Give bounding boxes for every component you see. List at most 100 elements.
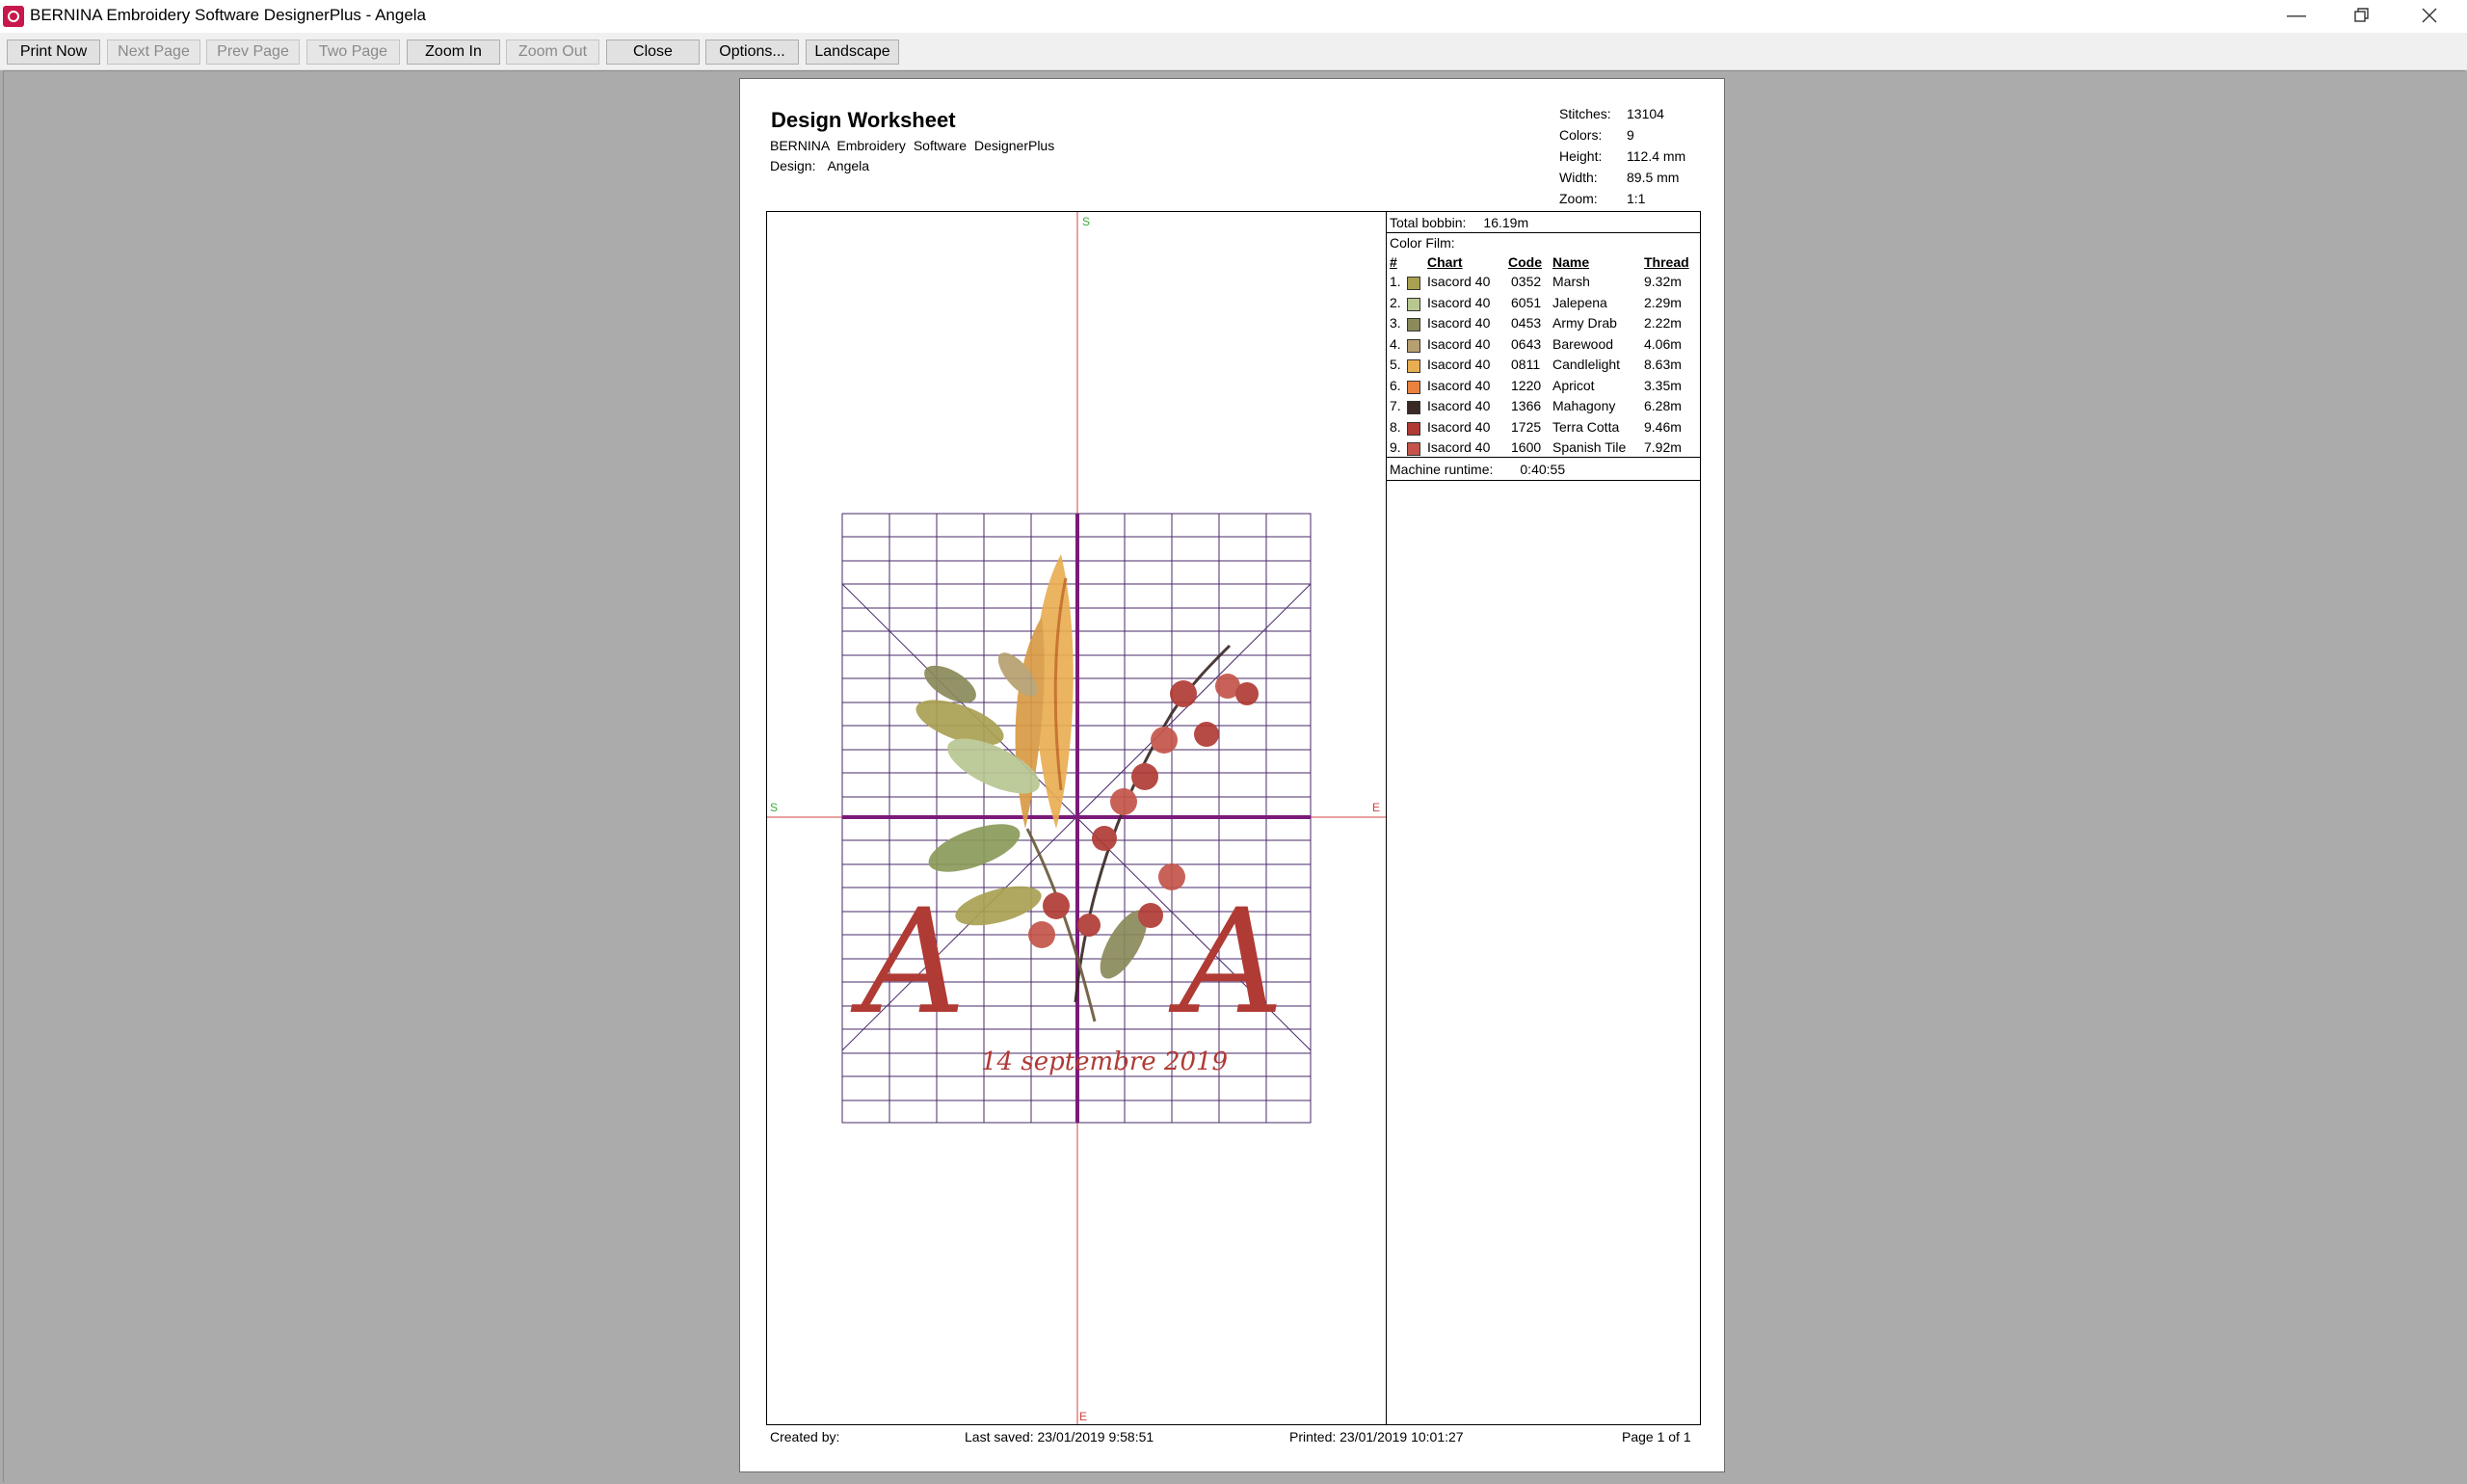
col-header-code: Code [1508, 254, 1542, 270]
thread-code: 0453 [1511, 315, 1542, 331]
col-header-chart: Chart [1427, 254, 1463, 270]
col-header-thread: Thread [1644, 254, 1689, 270]
thread-num: 2. [1390, 294, 1401, 310]
stat-stitches: Stitches: 13104 [1559, 106, 1664, 121]
thread-length: 6.28m [1644, 398, 1682, 413]
thread-length: 9.32m [1644, 274, 1682, 289]
thread-code: 0352 [1511, 274, 1542, 289]
thread-code: 1220 [1511, 377, 1542, 393]
landscape-button[interactable]: Landscape [806, 40, 899, 65]
footer-last-saved: Last saved: 23/01/2019 9:58:51 [965, 1429, 1154, 1444]
close-window-icon[interactable] [2400, 0, 2459, 33]
thread-name: Marsh [1552, 274, 1590, 289]
thread-color-swatch [1407, 442, 1420, 456]
thread-code: 1366 [1511, 398, 1542, 413]
monogram-right: A [1168, 879, 1284, 1047]
stat-colors: Colors: 9 [1559, 127, 1634, 143]
design-preview: S S E E A A 14 septembre 2019 [767, 212, 1386, 1424]
thread-length: 8.63m [1644, 357, 1682, 372]
options-button[interactable]: Options... [705, 40, 799, 65]
thread-num: 4. [1390, 335, 1401, 352]
thread-color-swatch [1407, 338, 1420, 353]
thread-panel: Total bobbin: 16.19m Color Film: # Chart … [1387, 212, 1701, 482]
thread-color-swatch [1407, 401, 1420, 414]
design-date-text: 14 septembre 2019 [981, 1047, 1228, 1076]
design-stats: Stitches: 13104 Colors: 9 Height: 112.4 mm … [1559, 106, 1704, 212]
footer-created-by: Created by: [770, 1429, 840, 1444]
stat-width: Width: 89.5 mm [1559, 170, 1680, 185]
thread-num: 6. [1390, 377, 1401, 393]
thread-chart: Isacord 40 [1427, 439, 1491, 455]
design-label: Design: [770, 158, 816, 173]
title-bar: BERNINA Embroidery Software DesignerPlus… [0, 0, 2467, 33]
worksheet-title: Design Worksheet [771, 108, 956, 132]
thread-name: Barewood [1552, 335, 1614, 352]
thread-code: 0643 [1511, 335, 1542, 352]
restore-icon[interactable] [2332, 0, 2392, 33]
thread-chart: Isacord 40 [1427, 398, 1491, 413]
thread-color-swatch [1407, 380, 1420, 394]
stat-height: Height: 112.4 mm [1559, 148, 1686, 164]
total-bobbin: Total bobbin: 16.19m [1390, 215, 1529, 230]
thread-row: 8. Isacord 40 1725 Terra Cotta 9.46m [1387, 419, 1700, 439]
thread-color-swatch [1407, 359, 1420, 373]
two-page-button[interactable]: Two Page [306, 40, 400, 65]
start-marker-left: S [770, 801, 778, 814]
thread-row: 1. Isacord 40 0352 Marsh 9.32m [1387, 274, 1700, 294]
prev-page-button[interactable]: Prev Page [206, 40, 300, 65]
close-button[interactable]: Close [606, 40, 700, 65]
thread-chart: Isacord 40 [1427, 294, 1491, 310]
print-preview-toolbar: Print Now Next Page Prev Page Two Page Z… [0, 33, 2467, 70]
col-header-num: # [1390, 254, 1397, 270]
thread-num: 9. [1390, 439, 1401, 455]
worksheet-page: Design Worksheet BERNINA Embroidery Soft… [739, 78, 1725, 1472]
thread-color-swatch [1407, 277, 1420, 290]
thread-length: 7.92m [1644, 439, 1682, 455]
thread-color-swatch [1407, 421, 1420, 436]
thread-row: 3. Isacord 40 0453 Army Drab 2.22m [1387, 315, 1700, 335]
thread-row: 5. Isacord 40 0811 Candlelight 8.63m [1387, 357, 1700, 377]
thread-num: 1. [1390, 274, 1401, 289]
zoom-in-button[interactable]: Zoom In [407, 40, 500, 65]
thread-chart: Isacord 40 [1427, 315, 1491, 331]
monogram-left: A [850, 879, 966, 1047]
start-marker-top: S [1082, 215, 1090, 228]
thread-name: Mahagony [1552, 398, 1616, 413]
thread-code: 1600 [1511, 439, 1542, 455]
thread-chart: Isacord 40 [1427, 335, 1491, 352]
thread-chart: Isacord 40 [1427, 357, 1491, 372]
design-name-line: Design: Angela [770, 158, 869, 173]
thread-row: 4. Isacord 40 0643 Barewood 4.06m [1387, 336, 1700, 357]
thread-row: 7. Isacord 40 1366 Mahagony 6.28m [1387, 398, 1700, 418]
minimize-icon[interactable]: — [2267, 0, 2326, 33]
thread-name: Spanish Tile [1552, 439, 1627, 455]
thread-length: 9.46m [1644, 418, 1682, 435]
next-page-button[interactable]: Next Page [107, 40, 200, 65]
window-title: BERNINA Embroidery Software DesignerPlus… [30, 6, 427, 24]
zoom-out-button[interactable]: Zoom Out [506, 40, 599, 65]
thread-chart: Isacord 40 [1427, 274, 1491, 289]
thread-num: 3. [1390, 315, 1401, 331]
thread-row: 2. Isacord 40 6051 Jalepena 2.29m [1387, 295, 1700, 315]
footer-page-number: Page 1 of 1 [1622, 1429, 1691, 1444]
print-now-button[interactable]: Print Now [7, 40, 100, 65]
end-marker-right: E [1372, 801, 1380, 814]
col-header-name: Name [1552, 254, 1590, 270]
thread-num: 8. [1390, 418, 1401, 435]
stat-zoom: Zoom: 1:1 [1559, 191, 1646, 206]
thread-name: Terra Cotta [1552, 418, 1620, 435]
color-film-label: Color Film: [1390, 235, 1455, 251]
thread-name: Jalepena [1552, 294, 1607, 310]
thread-name: Candlelight [1552, 357, 1621, 372]
thread-code: 6051 [1511, 294, 1542, 310]
thread-length: 4.06m [1644, 335, 1682, 352]
bernina-app-icon [3, 6, 24, 27]
thread-color-swatch [1407, 318, 1420, 331]
thread-name: Army Drab [1552, 315, 1617, 331]
thread-name: Apricot [1552, 377, 1595, 393]
machine-runtime: Machine runtime: 0:40:55 [1390, 462, 1566, 477]
thread-code: 0811 [1511, 357, 1541, 372]
thread-chart: Isacord 40 [1427, 377, 1491, 393]
thread-length: 2.22m [1644, 315, 1682, 331]
thread-code: 1725 [1511, 418, 1542, 435]
